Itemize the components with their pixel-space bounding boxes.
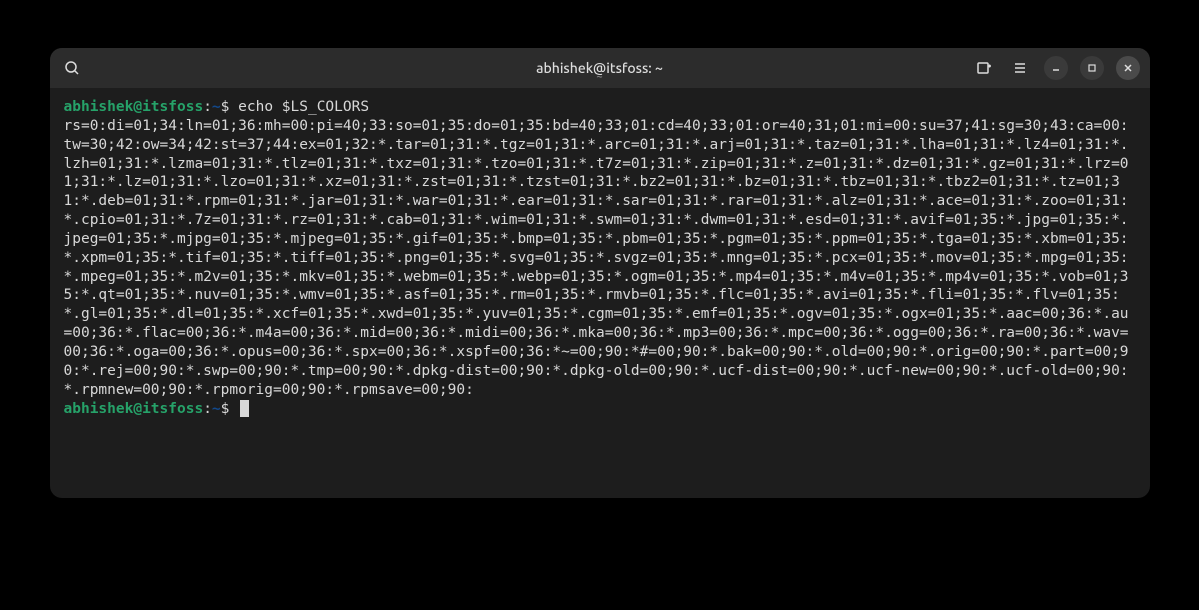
prompt-user-2: abhishek (64, 401, 134, 417)
prompt-dollar: $ (221, 99, 230, 115)
terminal-body[interactable]: abhishek@itsfoss:~$ echo $LS_COLORS rs=0… (50, 88, 1150, 498)
prompt-dollar-2: $ (221, 401, 230, 417)
prompt-at-2: @ (133, 401, 142, 417)
search-icon[interactable] (60, 56, 84, 80)
new-tab-icon[interactable] (972, 56, 996, 80)
minimize-button[interactable] (1044, 56, 1068, 80)
menu-icon[interactable] (1008, 56, 1032, 80)
prompt-host: itsfoss (142, 99, 203, 115)
prompt-path-2: ~ (212, 401, 221, 417)
prompt-host-2: itsfoss (142, 401, 203, 417)
command-output: rs=0:di=01;34:ln=01;36:mh=00:pi=40;33:so… (64, 118, 1129, 398)
prompt-colon: : (203, 99, 212, 115)
titlebar-left (60, 56, 200, 80)
maximize-button[interactable] (1080, 56, 1104, 80)
titlebar-right (940, 56, 1140, 80)
window-subtitle: ~ (596, 72, 602, 83)
prompt-path: ~ (212, 99, 221, 115)
prompt-colon-2: : (203, 401, 212, 417)
terminal-window: abhishek@itsfoss: ~ ~ (50, 48, 1150, 498)
cursor (240, 400, 249, 417)
prompt-at: @ (133, 99, 142, 115)
prompt-user: abhishek (64, 99, 134, 115)
command-text: echo $LS_COLORS (238, 99, 369, 115)
close-button[interactable] (1116, 56, 1140, 80)
titlebar: abhishek@itsfoss: ~ ~ (50, 48, 1150, 88)
